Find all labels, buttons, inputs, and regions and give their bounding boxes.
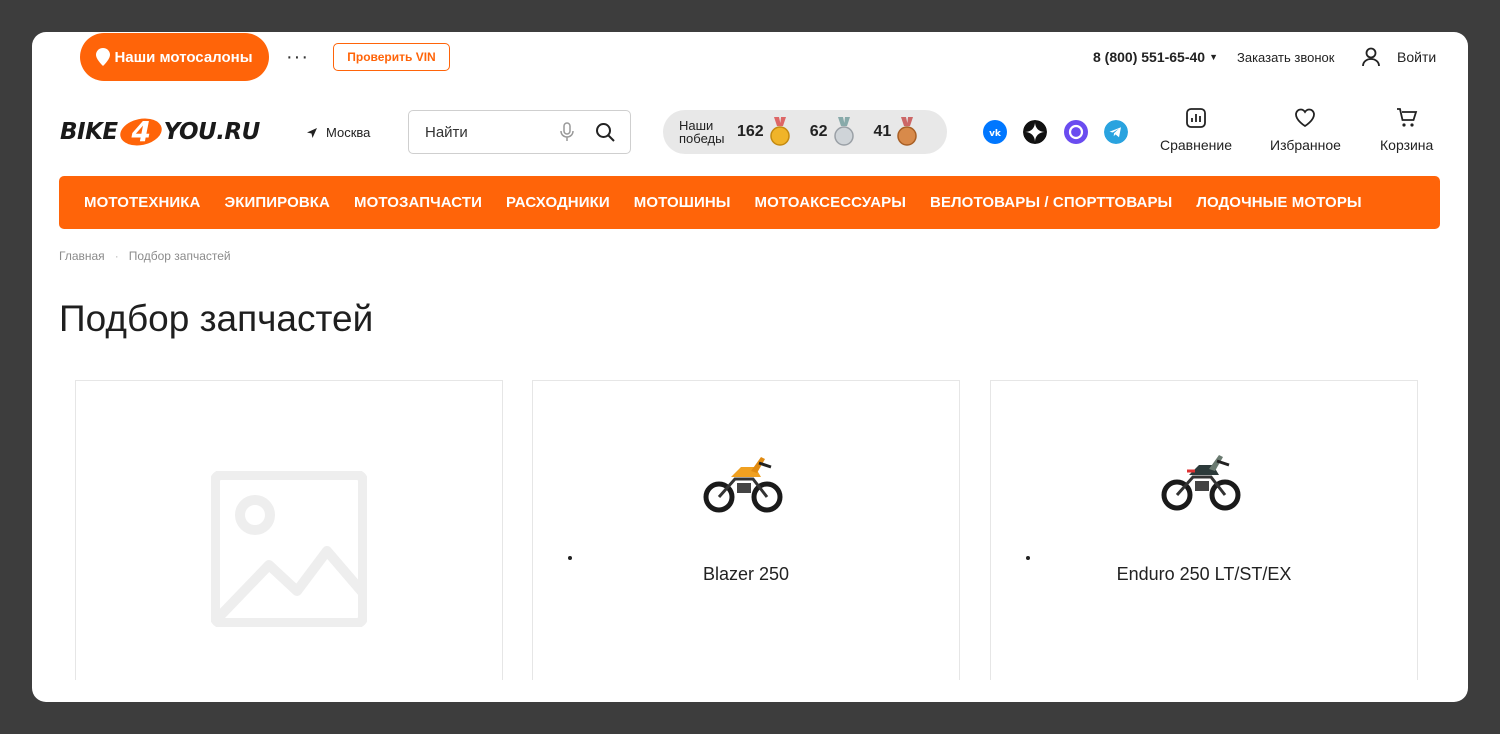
favorites-label: Избранное (1270, 137, 1341, 153)
svg-text:vk: vk (989, 129, 1002, 139)
search-placeholder: Найти (425, 123, 468, 141)
logo-text-you: YOU.RU (163, 119, 261, 145)
wins-label: Наши победы (679, 118, 725, 146)
search-icon[interactable] (595, 122, 615, 142)
menu-item-moto[interactable]: МОТОТЕХНИКА (84, 194, 201, 211)
city-name: Москва (326, 125, 371, 140)
list-bullet (1026, 556, 1030, 560)
location-pin-icon (96, 48, 111, 66)
model-card[interactable]: Blazer 250 (532, 380, 960, 680)
breadcrumb-current: Подбор запчастей (128, 249, 231, 263)
max-messenger-icon[interactable] (1064, 120, 1088, 144)
breadcrumb-separator: · (114, 249, 119, 263)
check-vin-button[interactable]: Проверить VIN (333, 43, 450, 71)
list-bullet (568, 556, 572, 560)
bronze-count: 41 (873, 123, 892, 140)
model-card[interactable] (75, 380, 503, 680)
category-menu: МОТОТЕХНИКА ЭКИПИРОВКА МОТОЗАПЧАСТИ РАСХ… (59, 176, 1440, 229)
logo-four-badge: 4 (119, 115, 163, 149)
model-name: Blazer 250 (702, 564, 790, 584)
navigation-arrow-icon (307, 127, 317, 138)
model-card[interactable]: Enduro 250 LT/ST/EX (990, 380, 1418, 680)
chart-bars-icon (1186, 108, 1206, 128)
heart-icon (1295, 108, 1316, 128)
more-menu-button[interactable]: ··· (286, 47, 309, 67)
login-link[interactable]: Войти (1397, 49, 1436, 65)
menu-item-consumables[interactable]: РАСХОДНИКИ (506, 194, 610, 211)
vk-icon[interactable]: vk (983, 120, 1007, 144)
logo-text-bike: BIKE (60, 119, 118, 145)
silver-count: 62 (809, 123, 828, 140)
site-logo[interactable]: BIKE 4 YOU.RU (60, 112, 275, 152)
telegram-icon[interactable] (1104, 120, 1128, 144)
compare-label: Сравнение (1160, 137, 1232, 153)
user-icon[interactable] (1362, 47, 1380, 67)
bronze-medal-icon (897, 117, 918, 146)
menu-item-accessories[interactable]: МОТОАКСЕССУАРЫ (755, 194, 906, 211)
browser-page: Наши мотосалоны ··· Проверить VIN 8 (800… (32, 32, 1468, 702)
menu-item-parts[interactable]: МОТОЗАПЧАСТИ (354, 194, 482, 211)
cart-link[interactable]: Корзина (1380, 106, 1433, 153)
our-showrooms-button[interactable]: Наши мотосалоны (80, 33, 269, 81)
menu-item-gear[interactable]: ЭКИПИРОВКА (225, 194, 330, 211)
gold-medal-icon (769, 117, 790, 146)
model-name: Enduro 250 LT/ST/EX (1116, 564, 1292, 584)
favorites-link[interactable]: Избранное (1270, 106, 1341, 153)
menu-item-bikes-sports[interactable]: ВЕЛОТОВАРЫ / СПОРТТОВАРЫ (930, 194, 1172, 211)
phone-number-dropdown[interactable]: 8 (800) 551-65-40 ▼ (1093, 49, 1218, 65)
motorcycle-image (703, 457, 783, 513)
motorcycle-image (1161, 455, 1241, 511)
zen-icon[interactable] (1023, 120, 1047, 144)
silver-medal-icon (833, 117, 854, 146)
our-wins-widget[interactable]: Наши победы 162 62 41 (663, 110, 947, 154)
our-showrooms-label: Наши мотосалоны (114, 48, 253, 66)
microphone-icon[interactable] (559, 122, 575, 142)
image-placeholder-icon (211, 471, 367, 627)
menu-item-boat-motors[interactable]: ЛОДОЧНЫЕ МОТОРЫ (1196, 194, 1361, 211)
logo-four-digit: 4 (130, 115, 150, 148)
cart-label: Корзина (1380, 137, 1434, 153)
search-input[interactable]: Найти (408, 110, 631, 154)
request-callback-link[interactable]: Заказать звонок (1237, 50, 1334, 65)
compare-link[interactable]: Сравнение (1160, 106, 1232, 153)
city-selector[interactable]: Москва (306, 125, 370, 140)
menu-item-tires[interactable]: МОТОШИНЫ (634, 194, 731, 211)
shopping-cart-icon (1396, 108, 1417, 127)
caret-down-icon: ▼ (1209, 52, 1218, 62)
breadcrumb-home[interactable]: Главная (59, 249, 105, 263)
gold-count: 162 (737, 123, 764, 140)
phone-number: 8 (800) 551-65-40 (1093, 49, 1206, 65)
page-title: Подбор запчастей (59, 298, 374, 339)
breadcrumb: Главная · Подбор запчастей (59, 249, 231, 263)
